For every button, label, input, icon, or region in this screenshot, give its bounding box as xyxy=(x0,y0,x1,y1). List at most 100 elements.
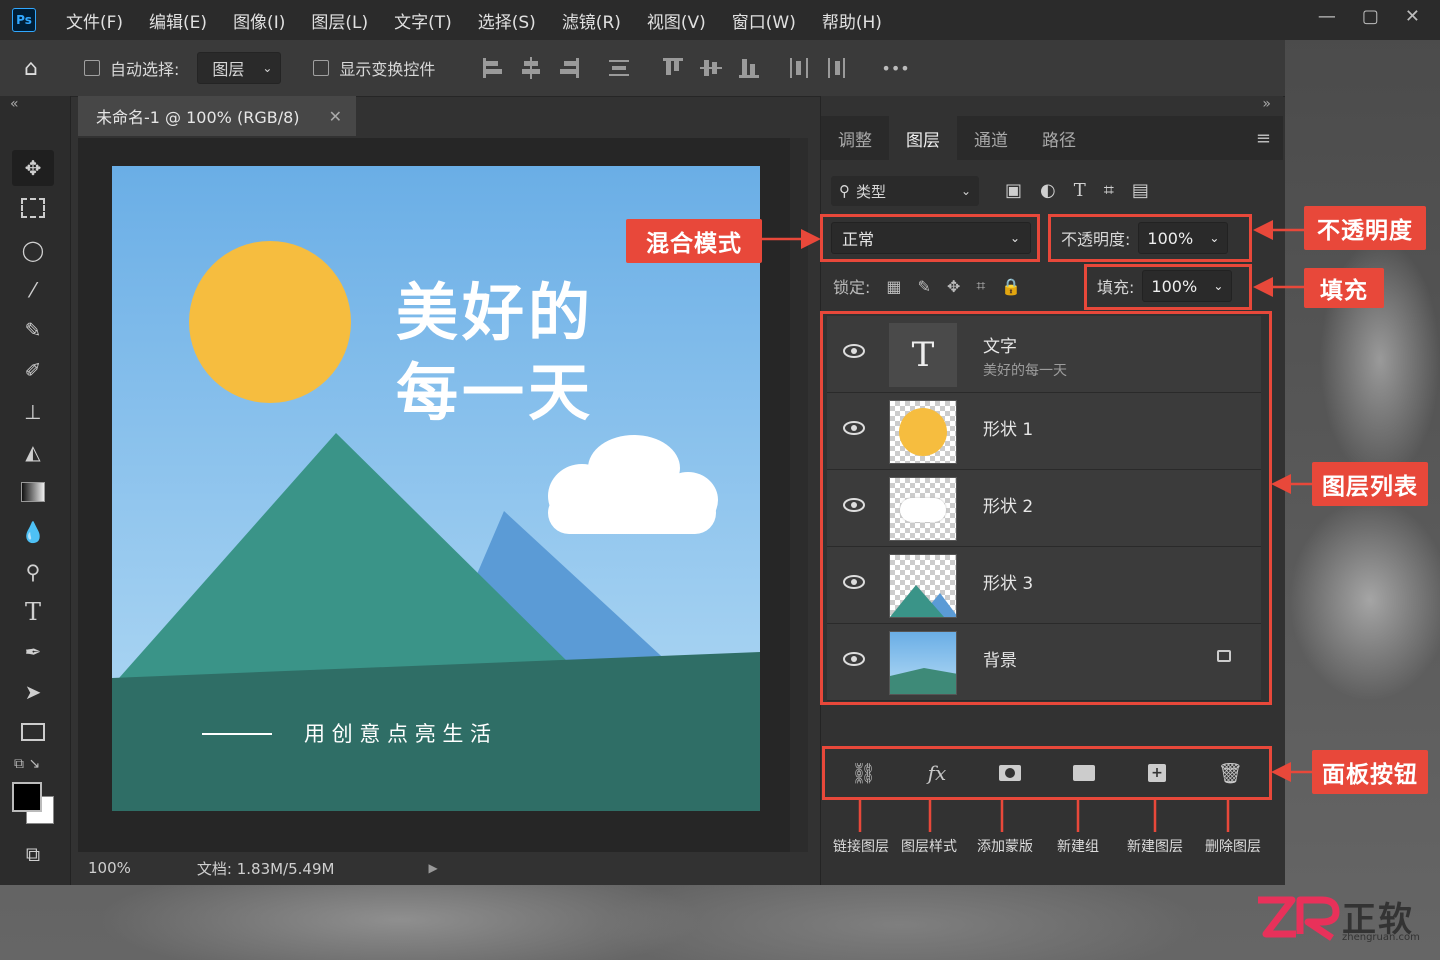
doc-info[interactable]: 文档: 1.83M/5.49M xyxy=(197,858,335,879)
home-icon[interactable]: ⌂ xyxy=(24,56,54,81)
marquee-tool-icon[interactable] xyxy=(12,190,54,226)
align-bottom-icon[interactable] xyxy=(737,56,761,80)
window-controls: — ▢ ✕ xyxy=(1318,6,1420,27)
align-left-icon[interactable] xyxy=(481,56,505,80)
layer-filter-dropdown[interactable]: ⚲ 类型 ⌄ xyxy=(831,176,979,206)
opacity-highlight xyxy=(1048,214,1252,262)
headline-line2: 每一天 xyxy=(396,356,595,429)
distribute-h-icon[interactable] xyxy=(787,56,811,80)
blend-mode-highlight xyxy=(820,214,1040,262)
menu-window[interactable]: 窗口(W) xyxy=(732,8,796,33)
type-filter-icon[interactable]: T xyxy=(1074,180,1086,201)
gradient-tool-icon[interactable] xyxy=(12,474,54,510)
opacity-callout: 不透明度 xyxy=(1304,206,1426,250)
menu-help[interactable]: 帮助(H) xyxy=(822,8,882,33)
show-transform-checkbox[interactable] xyxy=(313,60,330,76)
vertical-scrollbar[interactable] xyxy=(790,138,808,852)
quick-select-tool-icon[interactable]: ⁄ xyxy=(12,272,54,308)
filter-label: 类型 xyxy=(856,182,887,201)
stamp-tool-icon[interactable]: ⊥ xyxy=(12,394,54,430)
type-tool-icon[interactable]: T xyxy=(12,594,54,630)
tab-adjustments[interactable]: 调整 xyxy=(821,116,889,160)
tab-paths[interactable]: 路径 xyxy=(1025,116,1093,160)
link-layers-label: 链接图层 xyxy=(833,839,889,855)
tab-channels[interactable]: 通道 xyxy=(957,116,1025,160)
align-tools: ••• xyxy=(481,56,910,80)
auto-select-value: 图层 xyxy=(212,60,245,79)
chevron-down-icon: ⌄ xyxy=(262,61,273,75)
filter-icons: ▣ ◐ T ⌗ ▤ xyxy=(1005,180,1149,201)
foreground-color-swatch[interactable] xyxy=(12,782,42,812)
menu-edit[interactable]: 编辑(E) xyxy=(149,8,207,33)
minimize-icon[interactable]: — xyxy=(1318,6,1336,27)
screen-mode-icon[interactable]: ⧉ xyxy=(12,836,54,872)
align-hcenter-icon[interactable] xyxy=(519,56,543,80)
status-bar: 100% 文档: 1.83M/5.49M ▶ xyxy=(78,852,448,884)
align-top-icon[interactable] xyxy=(661,56,685,80)
lock-pixels-icon[interactable]: ✎ xyxy=(918,277,931,296)
watermark-url: zhengruan.com xyxy=(1342,932,1420,943)
image-filter-icon[interactable]: ▣ xyxy=(1005,180,1022,201)
layer-style-label: 图层样式 xyxy=(901,839,957,855)
fill-highlight xyxy=(1084,264,1252,310)
zr-logo-mark xyxy=(1258,896,1340,941)
pen-tool-icon[interactable]: ✒ xyxy=(12,634,54,670)
headline-line1: 美好的 xyxy=(396,276,595,349)
zoom-level[interactable]: 100% xyxy=(88,859,131,877)
close-window-icon[interactable]: ✕ xyxy=(1405,6,1420,27)
lock-transparency-icon[interactable]: ▦ xyxy=(886,277,901,296)
dodge-tool-icon[interactable]: ⚲ xyxy=(12,554,54,590)
document-title: 未命名-1 @ 100% (RGB/8) xyxy=(96,108,300,127)
menu-select[interactable]: 选择(S) xyxy=(478,8,536,33)
distribute-v-icon[interactable] xyxy=(825,56,849,80)
shape-filter-icon[interactable]: ⌗ xyxy=(1104,180,1114,201)
lock-artboard-icon[interactable]: ⌗ xyxy=(976,276,985,296)
eraser-tool-icon[interactable]: ◭ xyxy=(12,434,54,470)
lasso-tool-icon[interactable]: ◯ xyxy=(12,232,54,268)
panel-buttons-highlight xyxy=(822,746,1272,800)
swap-colors-icon[interactable]: ⧉ ↘ xyxy=(14,756,40,772)
status-arrow-icon[interactable]: ▶ xyxy=(428,861,437,875)
expand-panel-icon[interactable]: » xyxy=(1262,96,1271,112)
path-select-tool-icon[interactable]: ➤ xyxy=(12,674,54,710)
blend-mode-callout: 混合模式 xyxy=(626,219,762,263)
rectangle-tool-icon[interactable] xyxy=(12,714,54,750)
panel-buttons-callout: 面板按钮 xyxy=(1312,750,1428,794)
auto-select-checkbox[interactable] xyxy=(84,60,100,76)
tab-layers[interactable]: 图层 xyxy=(889,116,957,160)
new-group-label: 新建组 xyxy=(1057,839,1099,855)
menu-filter[interactable]: 滤镜(R) xyxy=(562,8,621,33)
collapse-icon[interactable]: « xyxy=(10,96,19,112)
menu-file[interactable]: 文件(F) xyxy=(66,8,123,33)
menu-bar: Ps 文件(F) 编辑(E) 图像(I) 图层(L) 文字(T) 选择(S) 滤… xyxy=(0,0,1440,40)
adjustment-filter-icon[interactable]: ◐ xyxy=(1040,180,1056,201)
lock-position-icon[interactable]: ✥ xyxy=(947,277,960,296)
blur-tool-icon[interactable]: 💧 xyxy=(12,514,54,550)
lock-all-icon[interactable]: 🔒 xyxy=(1001,277,1021,296)
menu-image[interactable]: 图像(I) xyxy=(233,8,285,33)
eyedropper-tool-icon[interactable]: ✎ xyxy=(12,312,54,348)
menu-layer[interactable]: 图层(L) xyxy=(311,8,368,33)
smart-object-filter-icon[interactable]: ▤ xyxy=(1132,180,1149,201)
maximize-icon[interactable]: ▢ xyxy=(1362,6,1379,27)
distribute-icon[interactable] xyxy=(607,56,631,80)
lock-label: 锁定: xyxy=(833,278,871,297)
move-tool-icon[interactable]: ✥ xyxy=(12,150,54,186)
align-vcenter-icon[interactable] xyxy=(699,56,723,80)
menu-view[interactable]: 视图(V) xyxy=(647,8,706,33)
align-right-icon[interactable] xyxy=(557,56,581,80)
menu-type[interactable]: 文字(T) xyxy=(394,8,452,33)
tools-panel: « ✥ ◯ ⁄ ✎ ✐ ⊥ ◭ 💧 ⚲ T ✒ ➤ ⧉ ↘ ⧉ xyxy=(0,96,71,885)
more-options-icon[interactable]: ••• xyxy=(881,59,909,78)
chevron-down-icon: ⌄ xyxy=(960,184,971,198)
document-tab[interactable]: 未命名-1 @ 100% (RGB/8) ✕ xyxy=(78,96,356,136)
panel-menu-icon[interactable]: ≡ xyxy=(1256,116,1271,160)
lock-row: 锁定: ▦ ✎ ✥ ⌗ 🔒 xyxy=(833,274,1021,298)
layer-list-highlight xyxy=(820,311,1272,705)
main-menu: 文件(F) 编辑(E) 图像(I) 图层(L) 文字(T) 选择(S) 滤镜(R… xyxy=(66,8,908,33)
auto-select-label: 自动选择: xyxy=(110,60,180,79)
search-icon: ⚲ xyxy=(839,182,850,200)
auto-select-dropdown[interactable]: 图层 ⌄ xyxy=(197,52,282,84)
brush-tool-icon[interactable]: ✐ xyxy=(12,352,54,388)
close-tab-icon[interactable]: ✕ xyxy=(329,107,342,126)
